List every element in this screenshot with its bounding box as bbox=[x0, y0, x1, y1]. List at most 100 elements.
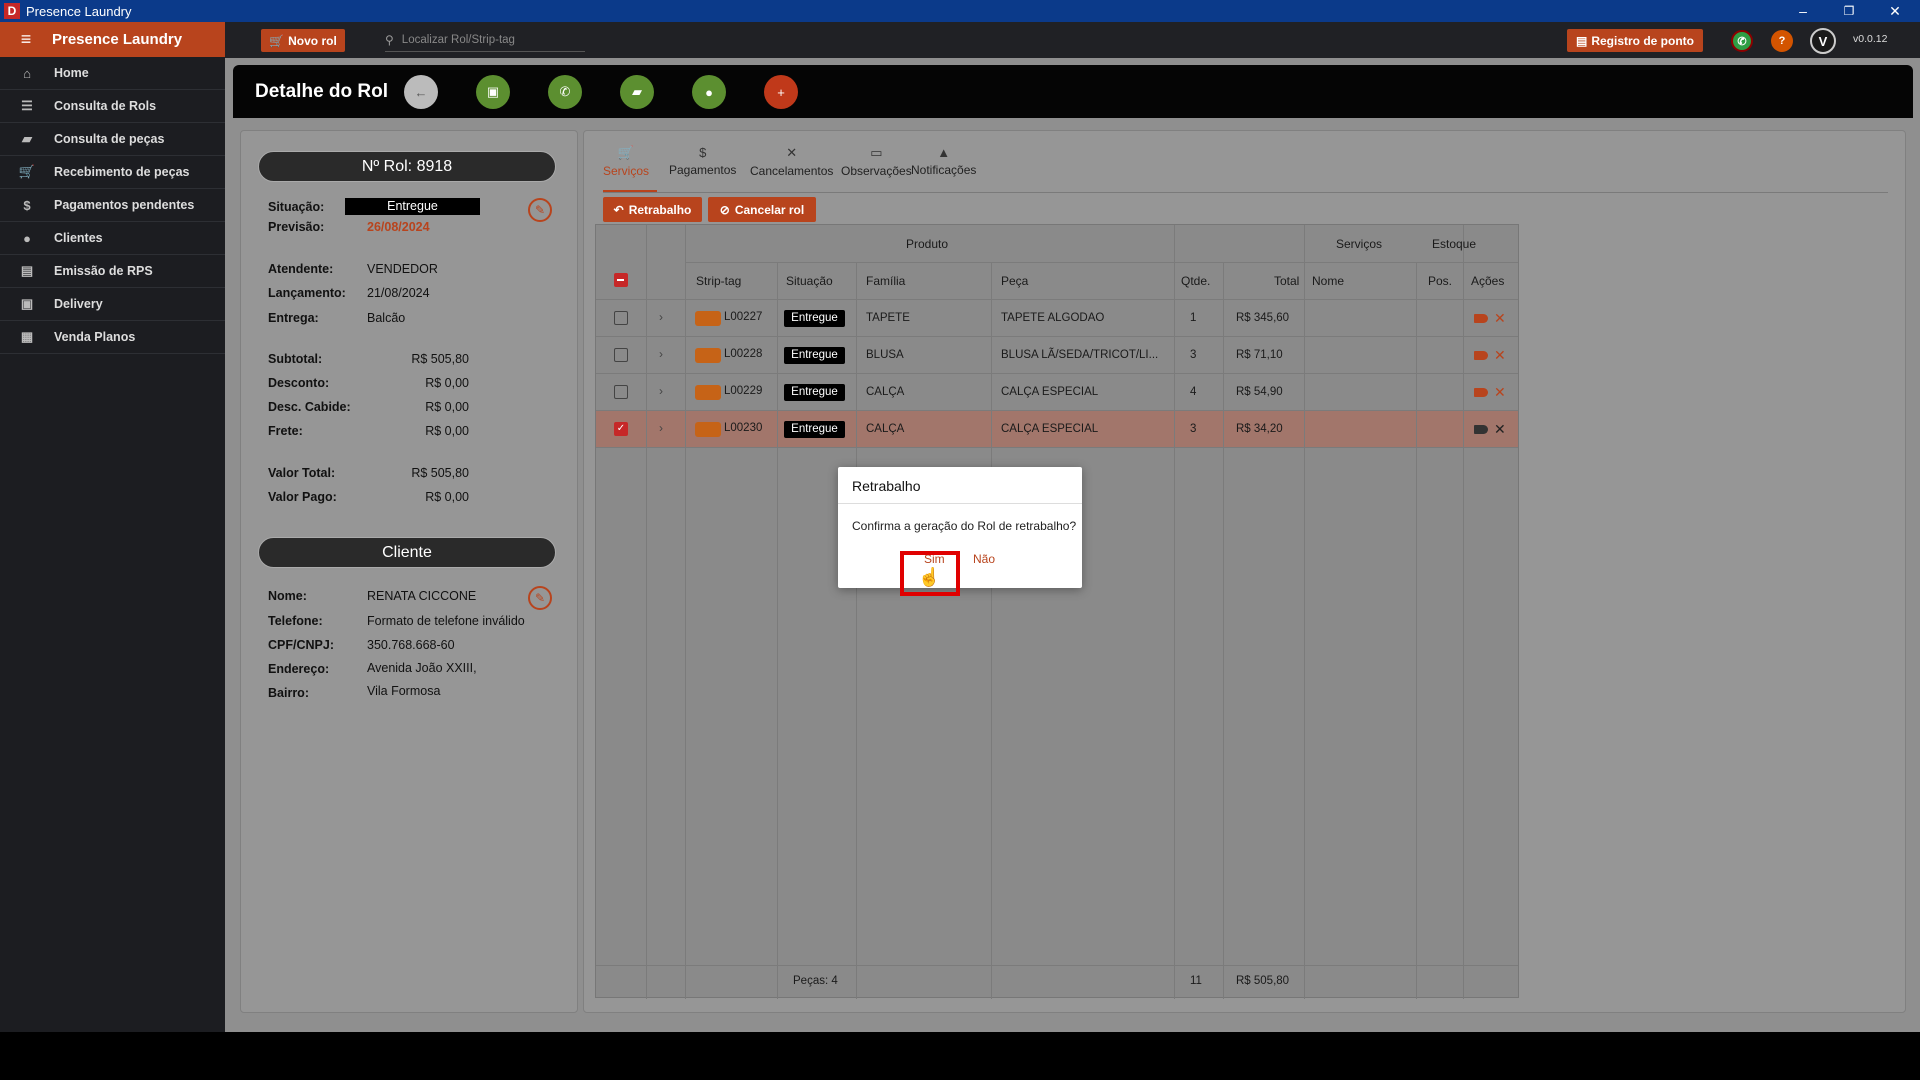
chevron-right-icon[interactable]: › bbox=[659, 384, 663, 398]
qtde-value: 3 bbox=[1190, 423, 1197, 435]
edit-cliente-button[interactable]: ✎ bbox=[528, 586, 552, 610]
dialog-no-button[interactable]: Não bbox=[973, 552, 995, 566]
chevron-right-icon[interactable]: › bbox=[659, 347, 663, 361]
close-icon[interactable]: ✕ bbox=[1494, 422, 1506, 436]
add-button[interactable]: + bbox=[764, 75, 798, 109]
person-button[interactable]: ● bbox=[692, 75, 726, 109]
close-icon[interactable]: ✕ bbox=[1494, 311, 1506, 325]
tag-icon[interactable] bbox=[1474, 351, 1488, 360]
sidebar-item-8[interactable]: ▦ Venda Planos bbox=[0, 321, 225, 354]
row-divider bbox=[596, 965, 1518, 966]
sidebar-item-label: Delivery bbox=[54, 297, 103, 311]
situacao-badge: Entregue bbox=[784, 347, 845, 364]
frete-value: R$ 0,00 bbox=[425, 424, 469, 438]
select-all-checkbox[interactable] bbox=[614, 273, 628, 287]
sidebar-item-5[interactable]: ● Clientes bbox=[0, 222, 225, 255]
tab-1[interactable]: $ Pagamentos bbox=[669, 145, 736, 177]
tag-button[interactable]: ▰ bbox=[620, 75, 654, 109]
retrabalho-label: Retrabalho bbox=[628, 202, 692, 217]
avatar[interactable]: V bbox=[1810, 28, 1836, 54]
sidebar-item-7[interactable]: ▣ Delivery bbox=[0, 288, 225, 321]
sidebar-item-3[interactable]: 🛒 Recebimento de peças bbox=[0, 156, 225, 189]
col-peca[interactable]: Peça bbox=[1001, 274, 1028, 288]
tab-label: Observações bbox=[841, 164, 912, 178]
row-checkbox[interactable] bbox=[614, 385, 628, 399]
hamburger-menu-icon[interactable]: ≡ bbox=[0, 29, 52, 50]
col-nome[interactable]: Nome bbox=[1312, 274, 1344, 288]
novo-rol-button[interactable]: 🛒 Novo rol bbox=[261, 29, 345, 52]
tag-icon[interactable] bbox=[1474, 314, 1488, 323]
undo-icon: ↶ bbox=[613, 202, 624, 217]
tab-divider bbox=[603, 192, 1888, 193]
atendente-label: Atendente: bbox=[268, 262, 334, 276]
row-divider bbox=[596, 336, 1518, 337]
dialog-divider bbox=[838, 503, 1082, 504]
tab-0[interactable]: 🛒 Serviços bbox=[603, 145, 649, 178]
sidebar-item-1[interactable]: ☰ Consulta de Rols bbox=[0, 90, 225, 123]
close-icon[interactable]: ✕ bbox=[1494, 385, 1506, 399]
tab-3[interactable]: ▭ Observações bbox=[841, 145, 912, 178]
minimize-button[interactable]: – bbox=[1780, 0, 1826, 22]
situacao-label: Situação: bbox=[268, 200, 325, 214]
back-button[interactable]: ← bbox=[404, 75, 438, 109]
cancelar-rol-button[interactable]: ⊘ Cancelar rol bbox=[708, 197, 816, 222]
chevron-right-icon[interactable]: › bbox=[659, 421, 663, 435]
tag-color-swatch bbox=[695, 311, 721, 326]
strip-tag-value: L00230 bbox=[724, 422, 763, 434]
help-icon[interactable]: ? bbox=[1771, 30, 1793, 52]
sidebar-item-4[interactable]: $ Pagamentos pendentes bbox=[0, 189, 225, 222]
entrega-value: Balcão bbox=[367, 311, 406, 325]
sidebar-item-0[interactable]: ⌂ Home bbox=[0, 57, 225, 90]
store-icon: ▦ bbox=[20, 329, 34, 344]
col-familia[interactable]: Família bbox=[866, 274, 905, 288]
search-input[interactable]: Localizar Rol/Strip-tag bbox=[402, 34, 515, 46]
close-icon[interactable]: ✕ bbox=[1494, 348, 1506, 362]
col-situacao[interactable]: Situação bbox=[786, 274, 833, 288]
search-field[interactable]: ⚲ Localizar Rol/Strip-tag bbox=[385, 29, 585, 52]
retrabalho-button[interactable]: ↶ Retrabalho bbox=[603, 197, 702, 222]
tag-icon[interactable] bbox=[1474, 425, 1488, 434]
col-qtde[interactable]: Qtde. bbox=[1181, 274, 1210, 288]
situacao-badge: Entregue bbox=[784, 384, 845, 401]
qtde-value: 4 bbox=[1190, 386, 1197, 398]
window-title: Presence Laundry bbox=[26, 3, 132, 19]
peca-value: TAPETE ALGODAO bbox=[1001, 312, 1105, 324]
whatsapp-button[interactable]: ✆ bbox=[548, 75, 582, 109]
maximize-button[interactable]: ❐ bbox=[1826, 0, 1872, 22]
list-filter-icon: ☰ bbox=[21, 98, 33, 113]
peca-value: BLUSA LÃ/SEDA/TRICOT/LI... bbox=[1001, 349, 1159, 361]
home-icon: ⌂ bbox=[23, 65, 31, 81]
row-checkbox[interactable] bbox=[614, 348, 628, 362]
nome-label: Nome: bbox=[268, 589, 307, 603]
row-checkbox[interactable] bbox=[614, 311, 628, 325]
desc-cabide-label: Desc. Cabide: bbox=[268, 400, 351, 414]
col-acoes: Ações bbox=[1471, 274, 1505, 288]
tag-icon: ▰ bbox=[632, 84, 642, 99]
familia-value: CALÇA bbox=[866, 423, 905, 435]
edit-rol-button[interactable]: ✎ bbox=[528, 198, 552, 222]
col-total[interactable]: Total bbox=[1274, 274, 1299, 288]
chevron-right-icon[interactable]: › bbox=[659, 310, 663, 324]
tag-icon[interactable] bbox=[1474, 388, 1488, 397]
col-pos[interactable]: Pos. bbox=[1428, 274, 1452, 288]
cart-icon: 🛒 bbox=[18, 164, 36, 179]
close-window-button[interactable]: ✕ bbox=[1872, 0, 1918, 22]
sidebar-item-label: Venda Planos bbox=[54, 330, 136, 344]
col-strip-tag[interactable]: Strip-tag bbox=[696, 274, 741, 288]
row-divider bbox=[685, 262, 1518, 263]
tab-4[interactable]: ▲ Notificações bbox=[911, 145, 976, 177]
row-checkbox[interactable]: ✓ bbox=[614, 422, 628, 436]
row-divider bbox=[596, 447, 1518, 448]
cart-icon: 🛒 bbox=[617, 145, 635, 160]
rol-summary-panel: Nº Rol: 8918 Situação: Entregue Previsão… bbox=[240, 130, 578, 1013]
col-divider bbox=[1463, 225, 1464, 999]
whatsapp-icon[interactable]: ✆ bbox=[1731, 30, 1753, 52]
print-button[interactable]: ▣ bbox=[476, 75, 510, 109]
telefone-value: Formato de telefone inválido bbox=[367, 614, 525, 628]
registro-ponto-button[interactable]: ▤ Registro de ponto bbox=[1567, 29, 1703, 52]
ban-icon: ⊘ bbox=[719, 202, 730, 217]
tab-2[interactable]: ✕ Cancelamentos bbox=[750, 145, 833, 178]
sidebar-item-2[interactable]: ▰ Consulta de peças bbox=[0, 123, 225, 156]
sidebar-item-6[interactable]: ▤ Emissão de RPS bbox=[0, 255, 225, 288]
sidebar-item-label: Consulta de Rols bbox=[54, 99, 157, 113]
